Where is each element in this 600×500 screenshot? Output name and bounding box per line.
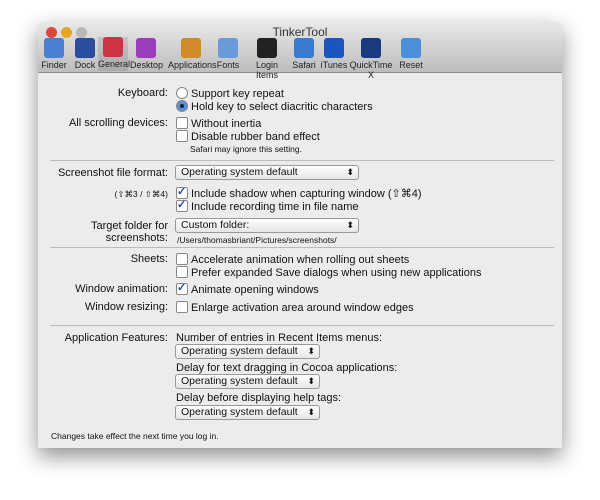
- checkbox-recording-time[interactable]: Include recording time in file name: [176, 198, 359, 213]
- checkbox-shadow[interactable]: Include shadow when capturing window (⇧⌘…: [176, 185, 422, 200]
- shortcut-label: (⇧⌘3 / ⇧⌘4): [114, 189, 168, 199]
- dock-icon: [75, 38, 95, 58]
- radio-label: Support key repeat: [191, 88, 284, 100]
- keyboard-label: Keyboard:: [117, 87, 168, 99]
- toolbar-label: Finder: [41, 60, 67, 70]
- checkbox-rubber-band[interactable]: Disable rubber band effect: [176, 130, 320, 143]
- screenshot-format-label: Screenshot file format:: [57, 167, 168, 179]
- toolbar-fonts[interactable]: Fonts: [216, 38, 240, 70]
- checkbox-expanded-save[interactable]: Prefer expanded Save dialogs when using …: [176, 266, 481, 279]
- applications-icon: [181, 38, 201, 58]
- window-animation-label: Window animation:: [75, 283, 168, 295]
- toolbar-finder[interactable]: Finder: [41, 38, 67, 70]
- text-drag-delay-label: Delay for text dragging in Cocoa applica…: [176, 362, 398, 374]
- toolbar-desktop[interactable]: Desktop: [130, 38, 164, 70]
- help-tags-delay-label: Delay before displaying help tags:: [176, 392, 342, 404]
- quicktime-x-icon: [361, 38, 381, 58]
- toolbar-label: Dock: [74, 60, 96, 70]
- folder-path: /Users/thomasbriant/Pictures/screenshots…: [177, 235, 337, 245]
- checkbox-label: Include shadow when capturing window (⇧⌘…: [191, 188, 422, 200]
- radio-key-repeat[interactable]: Support key repeat: [176, 87, 284, 100]
- toolbar-dock[interactable]: Dock: [72, 38, 98, 70]
- target-folder-popup[interactable]: Custom folder:: [175, 218, 359, 233]
- toolbar: TinkerTool Finder Dock General Desktop Appli…: [38, 22, 562, 80]
- toolbar-login-items[interactable]: Login Items: [244, 38, 290, 80]
- checkbox-label: Animate opening windows: [191, 284, 319, 296]
- recent-items-label: Number of entries in Recent Items menus:: [176, 332, 383, 344]
- toolbar-safari[interactable]: Safari: [290, 38, 318, 70]
- finder-icon: [44, 38, 64, 58]
- radio-diacritic[interactable]: Hold key to select diacritic characters: [176, 100, 373, 113]
- app-features-label: Application Features:: [64, 332, 168, 344]
- divider: [50, 160, 554, 161]
- checkbox-accelerate-sheets[interactable]: Accelerate animation when rolling out sh…: [176, 253, 409, 266]
- toolbar-label: Fonts: [216, 60, 240, 70]
- toolbar-general[interactable]: General: [98, 37, 131, 71]
- scrolling-label: All scrolling devices:: [68, 117, 168, 129]
- sheets-label: Sheets:: [130, 253, 168, 265]
- divider: [50, 325, 554, 326]
- toolbar-label: QuickTime X: [349, 60, 393, 80]
- recent-items-popup[interactable]: Operating system default: [175, 344, 320, 359]
- target-folder-label: Target folder for: [90, 220, 168, 232]
- checkbox-enlarge-area[interactable]: Enlarge activation area around window ed…: [176, 301, 414, 314]
- desktop-icon: [136, 38, 156, 58]
- checkbox-animate-windows[interactable]: Animate opening windows: [176, 281, 319, 296]
- checkbox-without-inertia[interactable]: Without inertia: [176, 117, 261, 130]
- help-tags-delay-popup[interactable]: Operating system default: [175, 405, 320, 420]
- text-drag-delay-popup[interactable]: Operating system default: [175, 374, 320, 389]
- screenshot-format-popup[interactable]: Operating system default: [175, 165, 359, 180]
- general-icon: [103, 37, 123, 57]
- safari-icon: [294, 38, 314, 58]
- divider: [50, 247, 554, 248]
- footer-note: Changes take effect the next time you lo…: [51, 431, 219, 441]
- checkbox-label: Include recording time in file name: [191, 201, 359, 213]
- checkbox-label: Disable rubber band effect: [191, 131, 320, 143]
- checkbox-label: Prefer expanded Save dialogs when using …: [191, 267, 482, 279]
- checkbox-label: Accelerate animation when rolling out sh…: [191, 254, 410, 266]
- toolbar-label: iTunes: [320, 60, 348, 70]
- checkbox-label: Enlarge activation area around window ed…: [191, 302, 414, 314]
- toolbar-reset[interactable]: Reset: [398, 38, 424, 70]
- toolbar-itunes[interactable]: iTunes: [320, 38, 348, 70]
- window-resizing-label: Window resizing:: [84, 301, 168, 313]
- fonts-icon: [218, 38, 238, 58]
- toolbar-label: Safari: [292, 60, 316, 70]
- target-folder-label-2: screenshots:: [105, 232, 168, 244]
- tinkertool-window: TinkerTool Finder Dock General Desktop Appli…: [38, 22, 562, 448]
- radio-label: Hold key to select diacritic characters: [191, 101, 373, 113]
- itunes-icon: [324, 38, 344, 58]
- safari-note: Safari may ignore this setting.: [190, 144, 302, 154]
- toolbar-label: Applications: [168, 60, 217, 70]
- checkbox-label: Without inertia: [191, 118, 262, 130]
- reset-icon: [401, 38, 421, 58]
- toolbar-label: Reset: [399, 60, 423, 70]
- toolbar-quicktime-x[interactable]: QuickTime X: [348, 38, 394, 80]
- login-items-icon: [257, 38, 277, 58]
- toolbar-label: Desktop: [130, 60, 164, 70]
- toolbar-applications[interactable]: Applications: [168, 38, 217, 70]
- toolbar-label: Login Items: [255, 60, 279, 80]
- toolbar-label: General: [98, 59, 131, 69]
